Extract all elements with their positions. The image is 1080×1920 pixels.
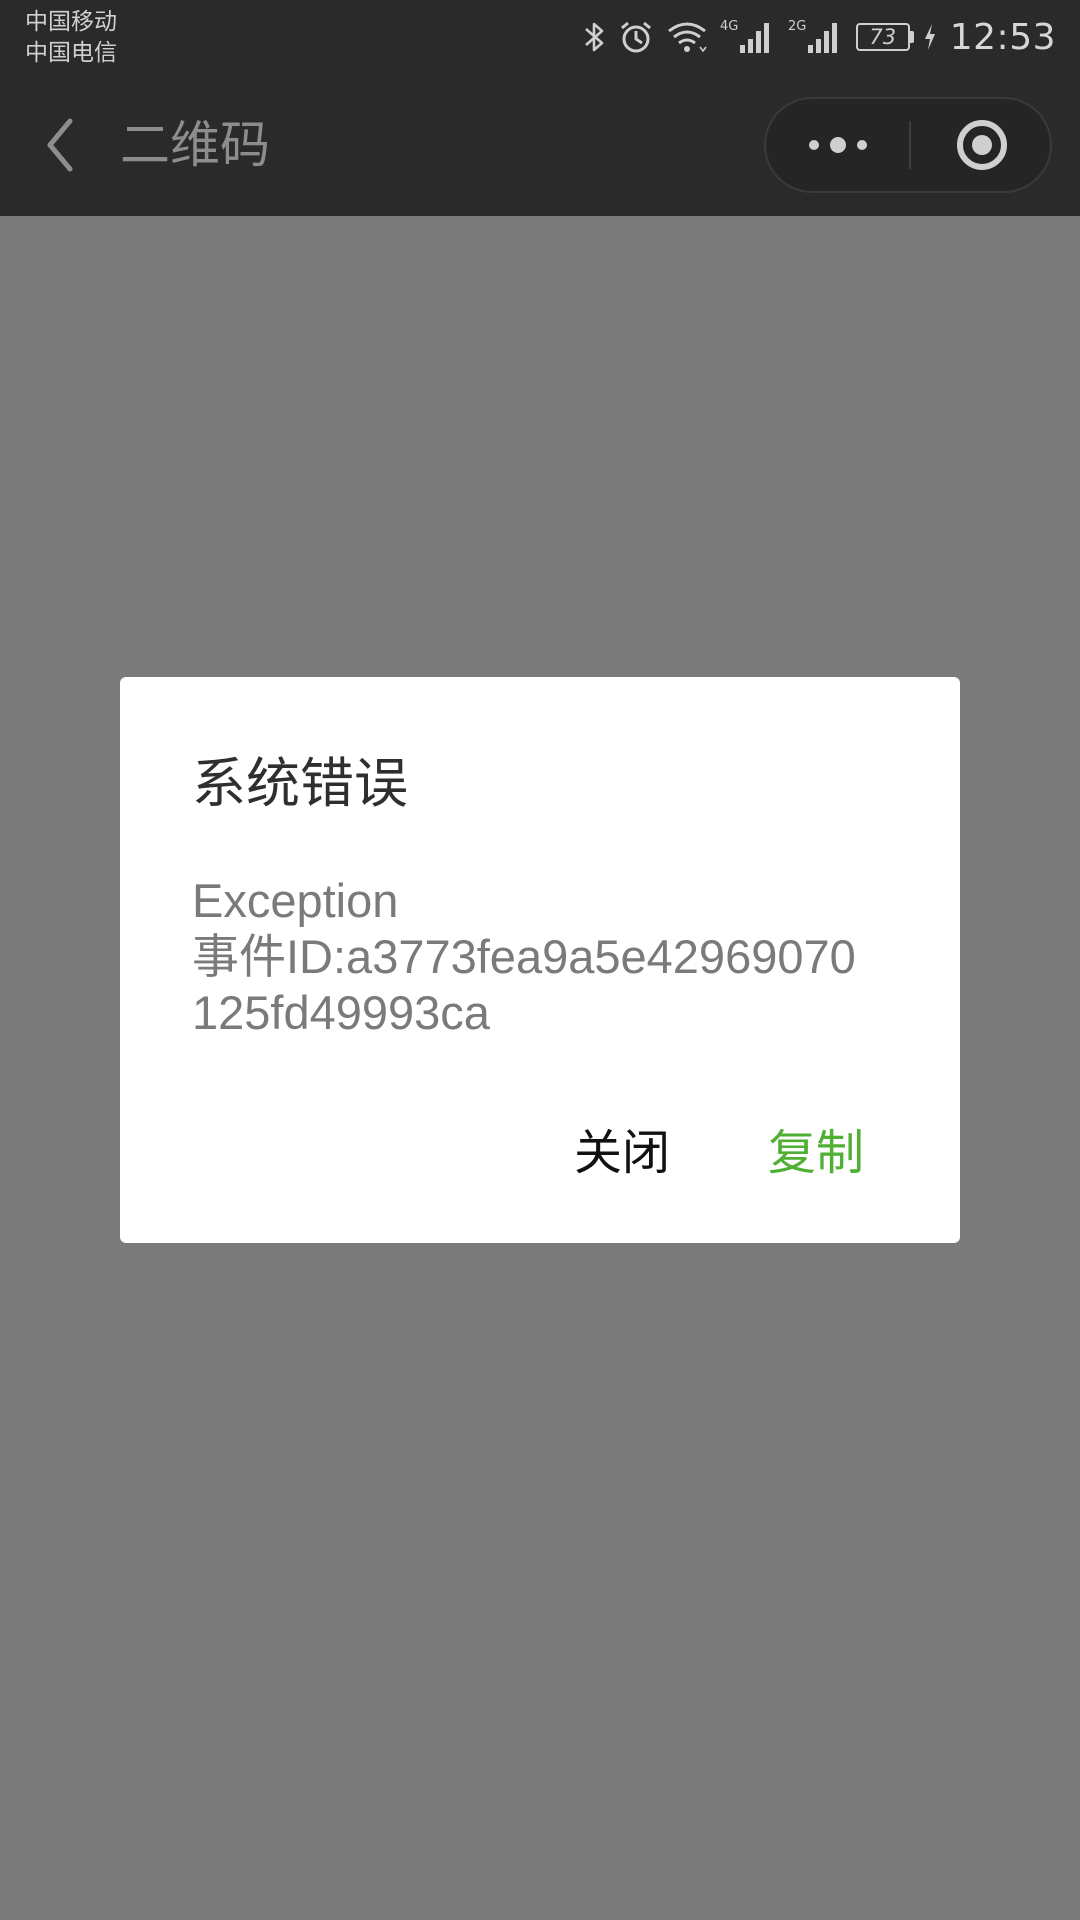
network-label-4g: 4G xyxy=(720,19,738,34)
page-title: 二维码 xyxy=(120,116,270,174)
alarm-icon xyxy=(618,19,654,55)
message-line-2: 事件ID:a3773fea9a5e42969070 xyxy=(192,930,856,983)
signal-4g-icon: 4G xyxy=(720,17,776,57)
dialog-title: 系统错误 xyxy=(192,752,408,815)
signal-2g-icon: 2G xyxy=(788,17,844,57)
nav-bar: 二维码 xyxy=(0,74,1080,216)
close-button[interactable]: 关闭 xyxy=(574,1117,670,1189)
back-button[interactable] xyxy=(30,110,90,180)
chevron-left-icon xyxy=(47,118,73,172)
status-icons: 4G 2G 73 12:53 xyxy=(582,0,1080,74)
exit-button[interactable] xyxy=(911,99,1052,191)
copy-button[interactable]: 复制 xyxy=(768,1117,864,1189)
dialog-message: Exception 事件ID:a3773fea9a5e42969070 125f… xyxy=(192,873,904,1041)
carrier-1: 中国移动 xyxy=(25,9,117,35)
carrier-2: 中国电信 xyxy=(25,40,117,66)
target-circle-icon xyxy=(956,120,1007,170)
carrier-labels: 中国移动 中国电信 xyxy=(25,7,117,69)
message-line-1: Exception xyxy=(192,874,399,927)
mini-program-capsule xyxy=(764,97,1052,193)
bluetooth-icon xyxy=(582,19,606,55)
more-button[interactable] xyxy=(766,99,909,191)
battery-icon: 73 xyxy=(855,23,914,51)
error-dialog: 系统错误 Exception 事件ID:a3773fea9a5e42969070… xyxy=(120,677,960,1243)
message-line-3: 125fd49993ca xyxy=(192,986,490,1039)
charging-icon xyxy=(922,22,938,52)
battery-level: 73 xyxy=(855,23,910,51)
status-time: 12:53 xyxy=(949,16,1056,58)
network-label-2g: 2G xyxy=(788,19,806,34)
more-dots-icon xyxy=(808,137,867,153)
wifi-icon xyxy=(666,19,708,55)
status-bar: 中国移动 中国电信 4G 2G 73 12:53 xyxy=(0,0,1080,74)
